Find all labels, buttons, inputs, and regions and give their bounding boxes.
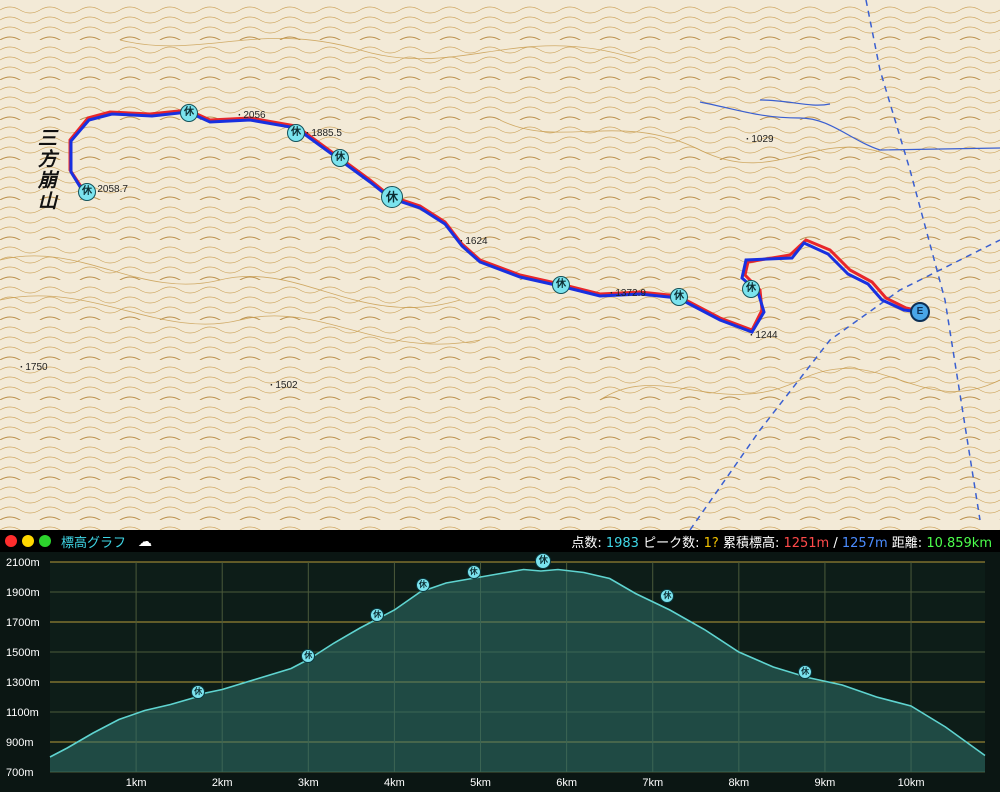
gain-down-value: 1257m: [841, 535, 888, 551]
end-point-marker[interactable]: E: [910, 302, 930, 322]
graph-rest-marker[interactable]: 休: [535, 553, 552, 570]
graph-stats: 点数: 1983 ピーク数: 1? 累積標高: 1251m / 1257m 距離…: [571, 532, 992, 551]
x-tick-label: 7km: [642, 777, 663, 789]
y-tick-label: 2100m: [6, 557, 40, 569]
close-window-button[interactable]: [5, 535, 17, 547]
elevation-label: 1244: [750, 330, 777, 341]
graph-rest-marker[interactable]: 休: [798, 664, 813, 679]
gain-up-value: 1251m: [783, 535, 830, 551]
elevation-label: 1624: [460, 236, 487, 247]
x-tick-label: 4km: [384, 777, 405, 789]
rest-point-marker[interactable]: 休: [331, 149, 349, 167]
y-tick-label: 700m: [6, 767, 34, 779]
graph-rest-marker[interactable]: 休: [301, 648, 316, 663]
graph-rest-marker[interactable]: 休: [370, 608, 385, 623]
elevation-label: 1885.5: [306, 128, 342, 139]
rest-point-marker[interactable]: 休: [552, 276, 570, 294]
points-value: 1983: [605, 535, 639, 551]
rest-point-marker[interactable]: 休: [78, 183, 96, 201]
graph-title: 標高グラフ: [61, 535, 127, 551]
y-tick-label: 900m: [6, 737, 34, 749]
elevation-label: 1029: [746, 134, 773, 145]
elevation-label: 1502: [270, 380, 297, 391]
x-tick-label: 5km: [470, 777, 491, 789]
x-tick-label: 3km: [298, 777, 319, 789]
distance-value: 10.859km: [926, 535, 992, 551]
topographic-map[interactable]: 三方崩山 2058.7 2056 1885.5 1624 1372.9 1029…: [0, 0, 1000, 530]
x-tick-label: 2km: [212, 777, 233, 789]
distance-label: 距離:: [891, 535, 923, 551]
elevation-label: 1750: [20, 362, 47, 373]
maximize-window-button[interactable]: [39, 535, 51, 547]
points-label: 点数:: [571, 535, 602, 551]
gain-separator: /: [833, 535, 838, 551]
elevation-label: 2056: [238, 110, 265, 121]
elevation-chart[interactable]: 2100m 1900m 1700m 1500m 1300m 1100m 900m 700m 1k…: [0, 552, 1000, 792]
rest-point-marker[interactable]: 休: [670, 288, 688, 306]
elevation-label: 2058.7: [92, 184, 128, 195]
elevation-graph-panel: 標高グラフ ☁ 点数: 1983 ピーク数: 1? 累積標高: 1251m / …: [0, 530, 1000, 792]
graph-rest-marker[interactable]: 休: [466, 564, 481, 579]
x-tick-label: 10km: [898, 777, 925, 789]
graph-rest-marker[interactable]: 休: [660, 588, 675, 603]
graph-rest-marker[interactable]: 休: [191, 684, 206, 699]
peaks-label: ピーク数:: [643, 535, 700, 551]
graph-toolbar: 標高グラフ ☁ 点数: 1983 ピーク数: 1? 累積標高: 1251m / …: [0, 530, 1000, 552]
minimize-window-button[interactable]: [22, 535, 34, 547]
y-tick-label: 1700m: [6, 617, 40, 629]
rest-point-marker[interactable]: 休: [180, 104, 198, 122]
x-tick-label: 8km: [728, 777, 749, 789]
y-tick-label: 1100m: [6, 707, 39, 719]
gain-label: 累積標高:: [722, 535, 780, 551]
rest-point-marker[interactable]: 休: [742, 280, 760, 298]
rest-point-marker[interactable]: 休: [381, 186, 403, 208]
cloud-icon[interactable]: ☁: [138, 533, 152, 550]
graph-rest-marker[interactable]: 休: [415, 577, 430, 592]
rest-point-marker[interactable]: 休: [287, 124, 305, 142]
y-tick-label: 1900m: [6, 587, 40, 599]
y-tick-label: 1500m: [6, 647, 40, 659]
elevation-label: 1372.9: [610, 288, 646, 299]
peaks-value: 1?: [703, 535, 719, 551]
x-tick-label: 9km: [815, 777, 836, 789]
map-canvas: [0, 0, 1000, 530]
y-tick-label: 1300m: [6, 677, 40, 689]
x-tick-label: 6km: [556, 777, 577, 789]
x-tick-label: 1km: [126, 777, 147, 789]
mountain-name-label: 三方崩山: [35, 128, 57, 212]
